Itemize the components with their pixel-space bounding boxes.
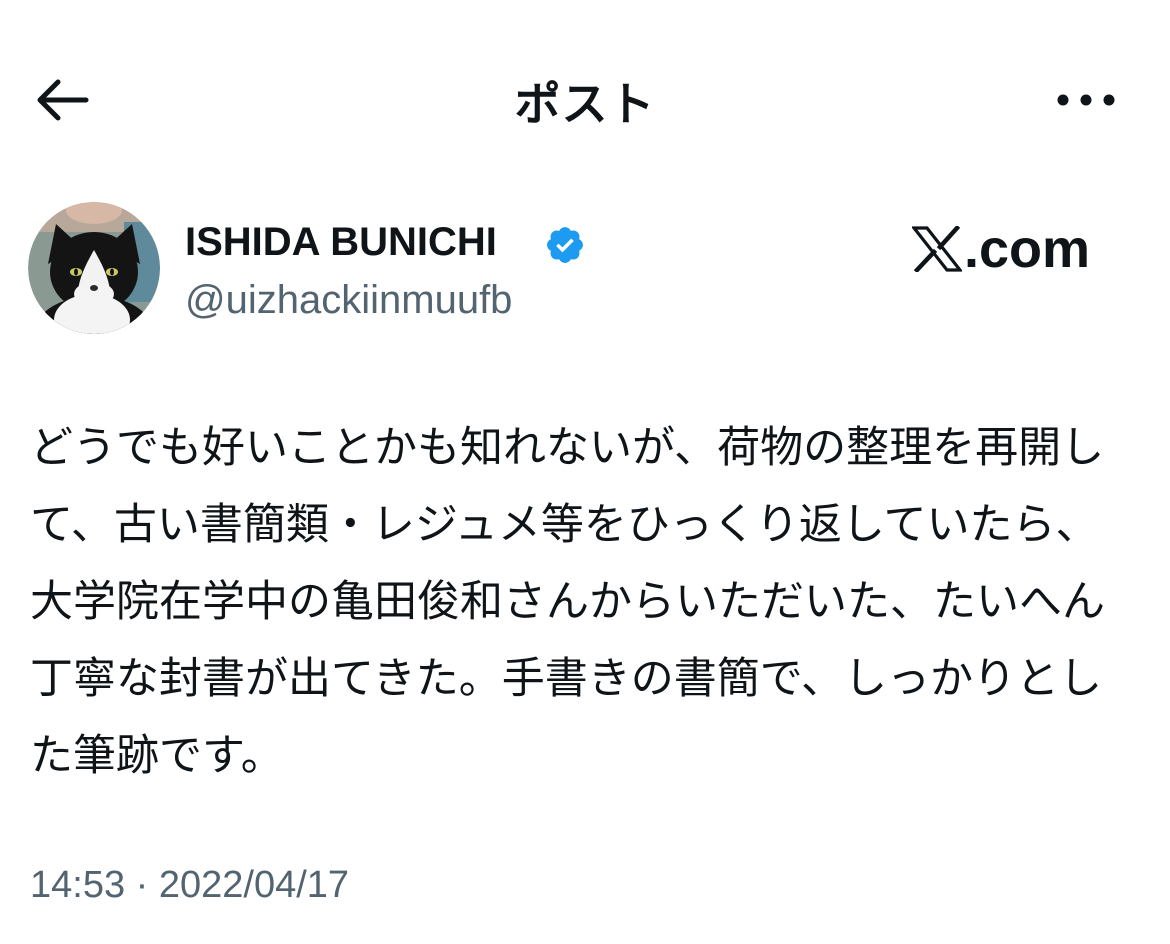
top-bar: ポスト <box>0 0 1170 200</box>
arrow-left-icon <box>37 79 89 121</box>
back-button[interactable] <box>30 70 94 130</box>
author-handle[interactable]: @uizhackiinmuufb <box>185 278 512 323</box>
brand-text: .com <box>964 219 1091 279</box>
verified-badge-icon <box>547 227 583 263</box>
x-com-watermark: .com <box>912 222 1090 276</box>
x-logo-icon <box>912 226 962 272</box>
more-horizontal-icon <box>1057 94 1115 106</box>
post-author: ISHIDA BUNICHI @uizhackiinmuufb .com <box>28 202 1138 338</box>
avatar[interactable] <box>28 202 160 334</box>
post-text: どうでも好いことかも知れないが、荷物の整理を再開して、古い書簡類・レジュメ等をひ… <box>30 423 1105 781</box>
cat-avatar-image <box>28 202 160 334</box>
page-title: ポスト <box>514 78 656 130</box>
more-options-button[interactable] <box>1050 72 1122 128</box>
author-display-name[interactable]: ISHIDA BUNICHI <box>185 220 497 265</box>
post-timestamp[interactable]: 14:53 · 2022/04/17 <box>30 864 349 907</box>
